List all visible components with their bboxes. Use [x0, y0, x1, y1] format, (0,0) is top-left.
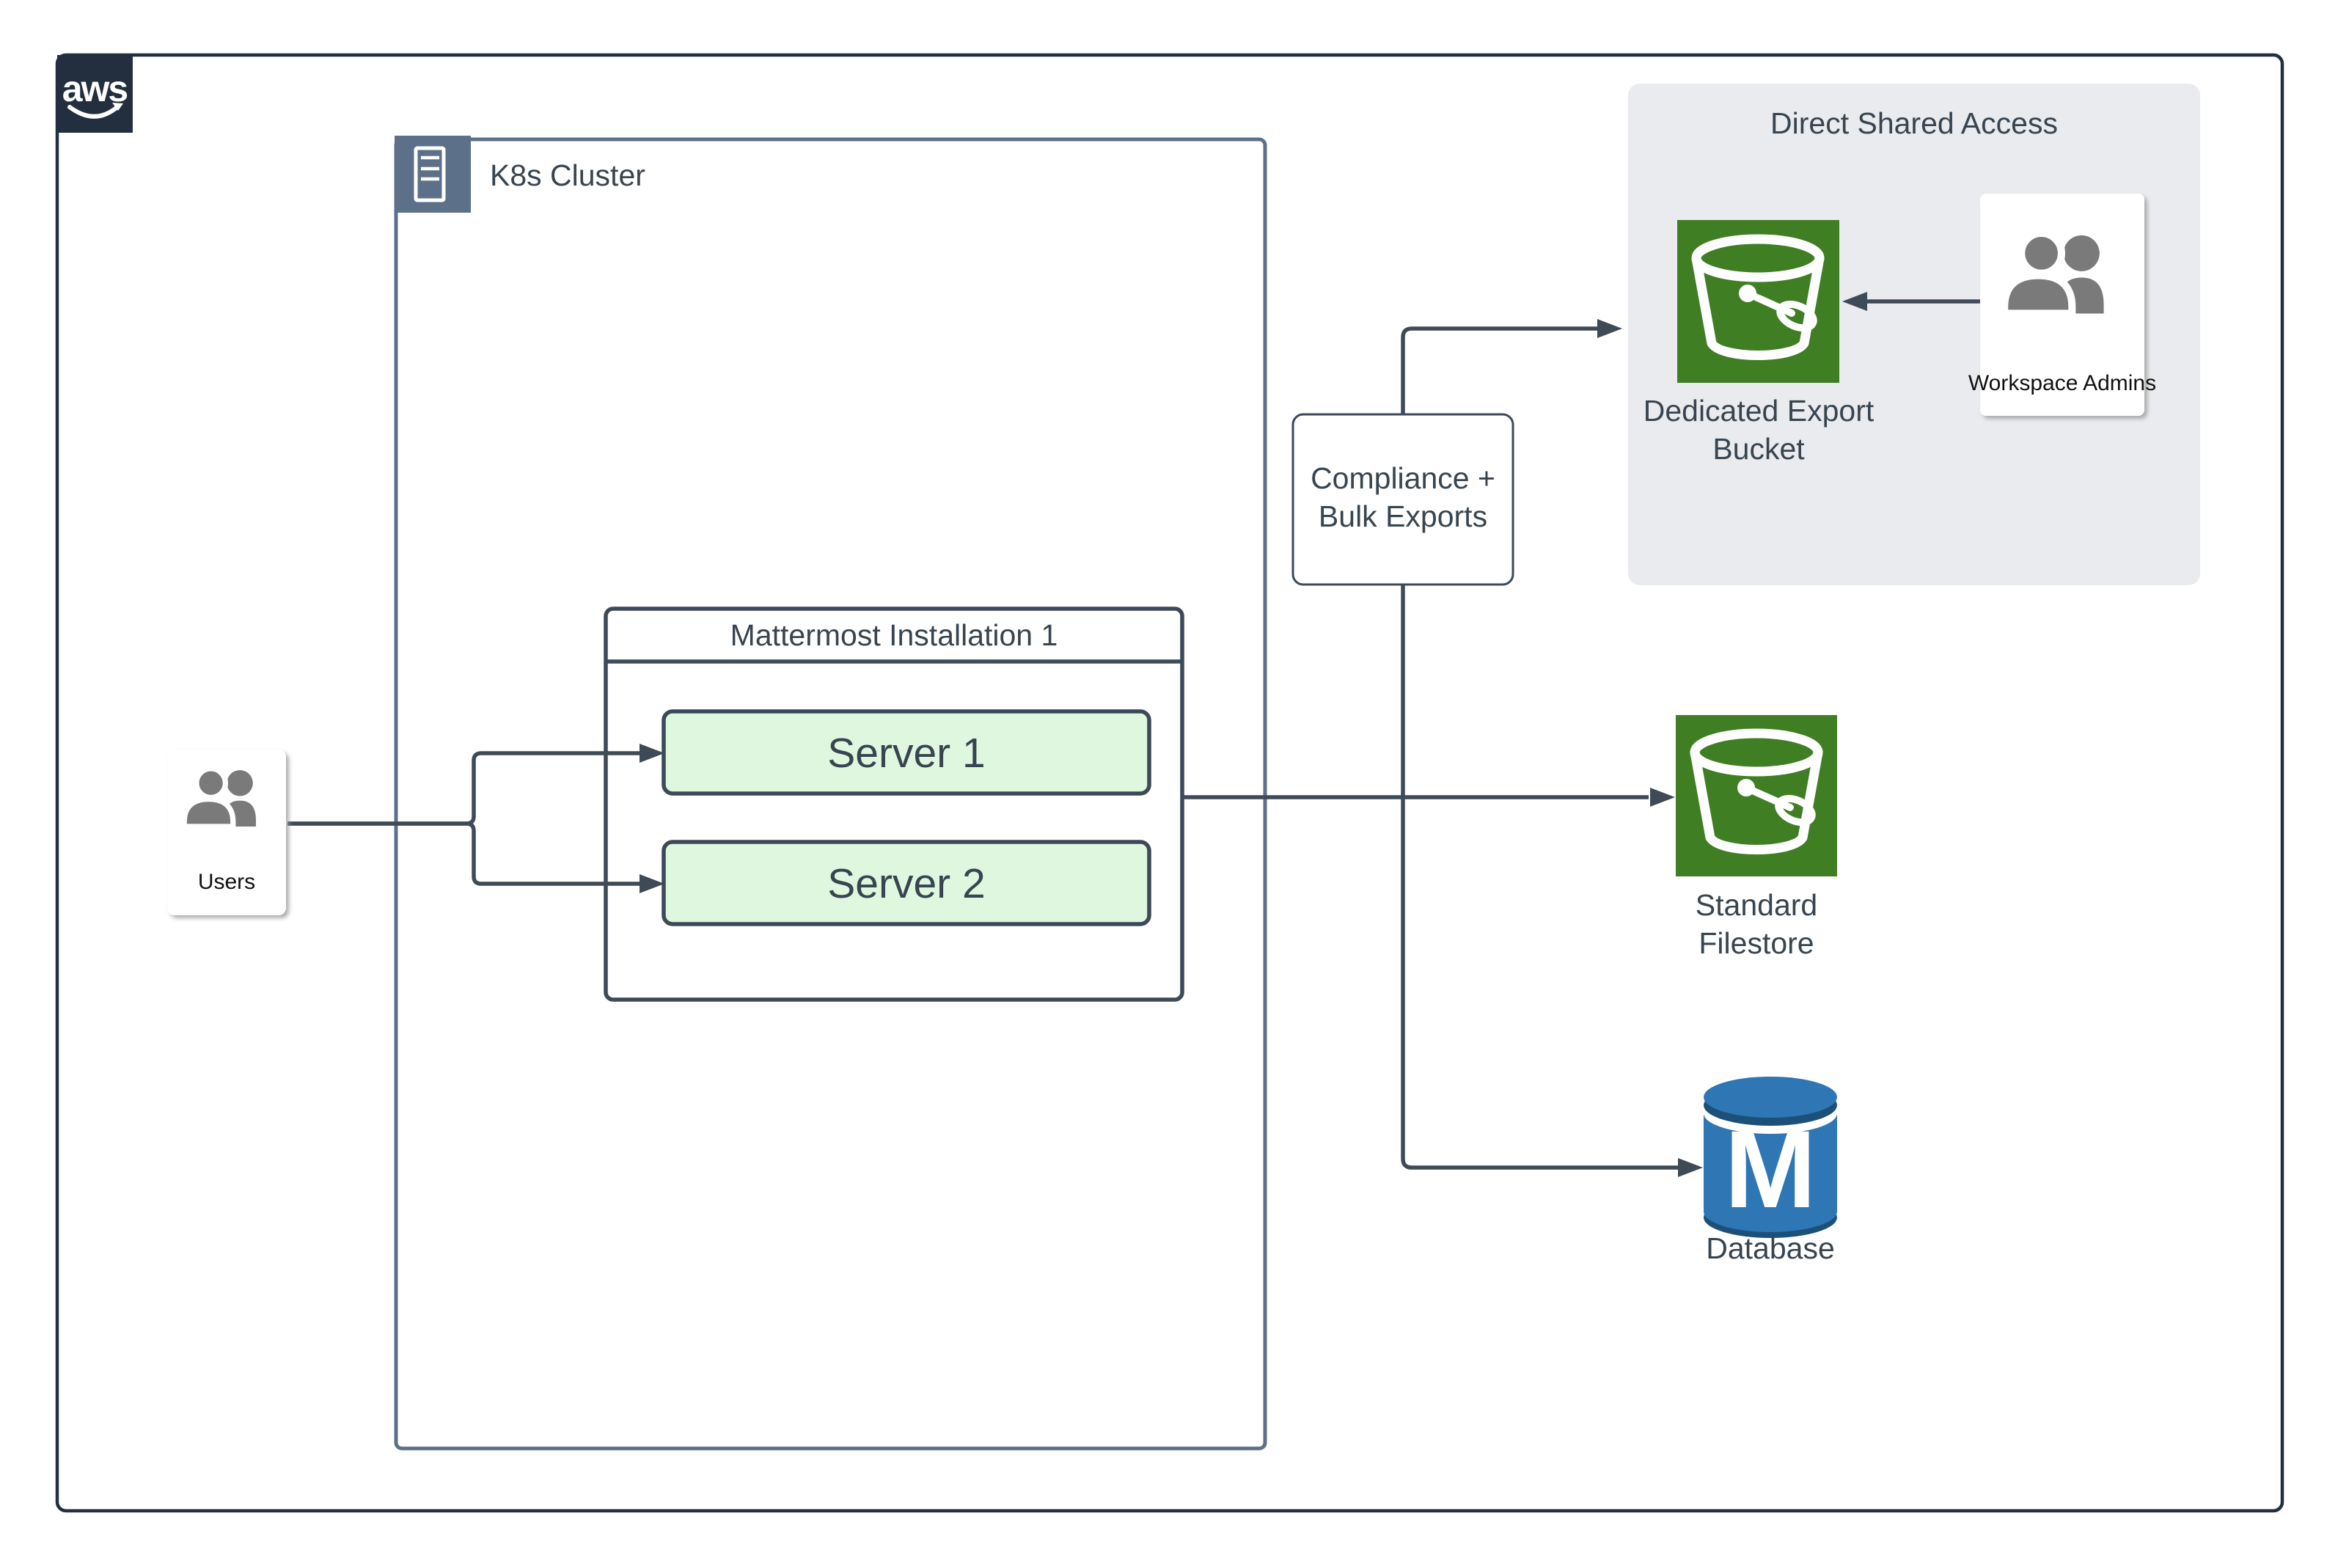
database-label: Database	[1706, 1231, 1835, 1265]
arrowhead-filestore	[1650, 788, 1675, 807]
database-cylinder-icon: M	[1704, 1077, 1837, 1238]
filestore-label-line2: Filestore	[1698, 926, 1814, 960]
filestore-label-line1: Standard	[1696, 888, 1817, 922]
dedicated-bucket-label-line2: Bucket	[1712, 432, 1805, 466]
server2-label: Server 2	[827, 860, 985, 907]
aws-logo: aws	[57, 55, 133, 133]
diagram-canvas: aws Direct Shared Access K8s Cluster Mat…	[0, 0, 2338, 1568]
compliance-bulk-exports-box: Compliance + Bulk Exports	[1293, 414, 1513, 585]
compliance-label-line2: Bulk Exports	[1319, 499, 1487, 533]
users-card: Users	[167, 750, 286, 915]
arrowhead-database	[1678, 1158, 1703, 1177]
arrow-exports-to-database	[1403, 797, 1678, 1168]
mattermost-installation-box: Mattermost Installation 1	[606, 609, 1182, 1000]
server1-label: Server 1	[827, 730, 985, 777]
database: M Database	[1704, 1077, 1837, 1265]
compliance-label-line1: Compliance +	[1311, 461, 1495, 495]
users-label: Users	[198, 870, 255, 894]
server1-box: Server 1	[664, 711, 1149, 794]
direct-shared-access-title: Direct Shared Access	[1770, 106, 2058, 140]
arrowhead-dedicated-bucket	[1597, 319, 1622, 338]
k8s-cluster-label: K8s Cluster	[490, 158, 645, 192]
workspace-admins-card: Workspace Admins	[1968, 194, 2156, 416]
mattermost-title: Mattermost Installation 1	[730, 618, 1058, 652]
standard-filestore: Standard Filestore	[1676, 715, 1837, 960]
workspace-admins-label: Workspace Admins	[1968, 371, 2156, 395]
server2-box: Server 2	[664, 842, 1149, 924]
dedicated-bucket-label-line1: Dedicated Export	[1643, 394, 1875, 428]
mattermost-border	[606, 609, 1182, 1000]
database-monogram: M	[1725, 1107, 1817, 1231]
